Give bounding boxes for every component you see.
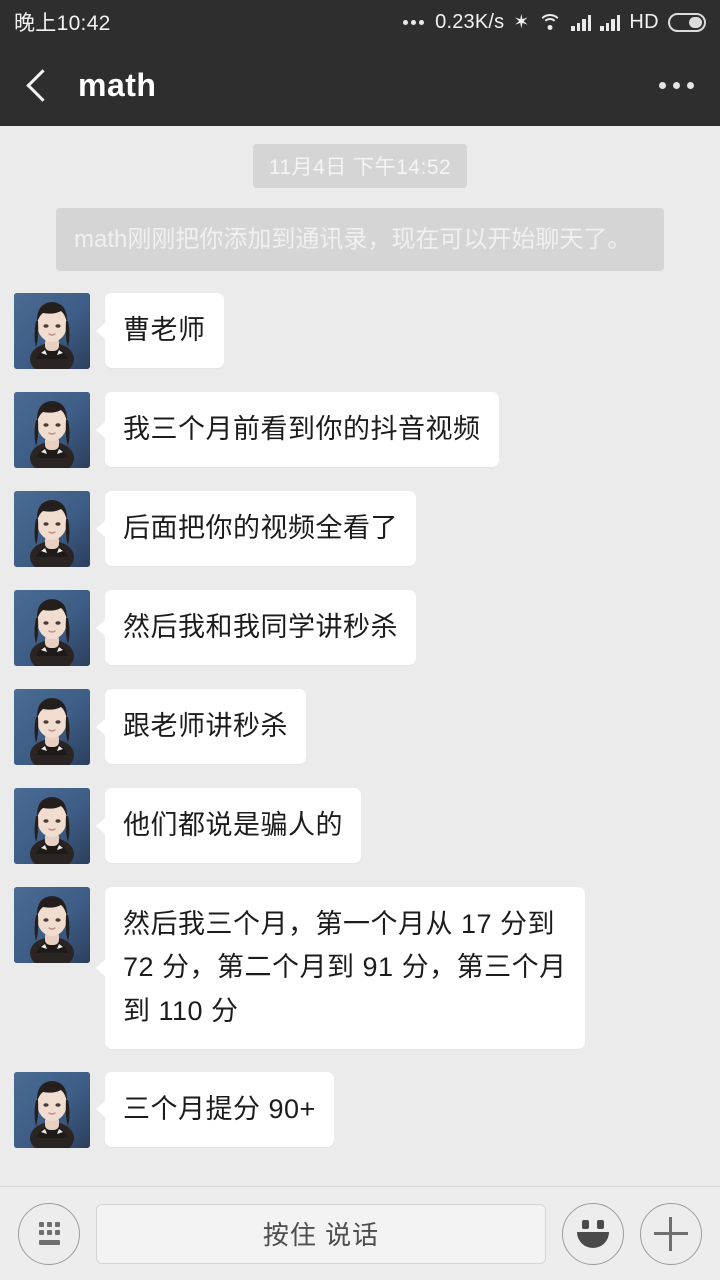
system-notice-row: math刚刚把你添加到通讯录，现在可以开始聊天了。 bbox=[0, 208, 720, 272]
bubble-wrap: 然后我三个月，第一个月从 17 分到 72 分，第二个月到 91 分，第三个月到… bbox=[105, 887, 585, 1049]
message-bubble[interactable]: 然后我三个月，第一个月从 17 分到 72 分，第二个月到 91 分，第三个月到… bbox=[105, 887, 585, 1049]
message-row: 然后我三个月，第一个月从 17 分到 72 分，第二个月到 91 分，第三个月到… bbox=[0, 887, 720, 1049]
signal-bars-icon-1 bbox=[571, 14, 592, 31]
message-row: 我三个月前看到你的抖音视频 bbox=[0, 392, 720, 469]
message-row: 后面把你的视频全看了 bbox=[0, 491, 720, 568]
bubble-wrap: 跟老师讲秒杀 bbox=[105, 689, 306, 765]
message-row: 三个月提分 90+ bbox=[0, 1071, 720, 1148]
wifi-icon bbox=[538, 13, 563, 31]
bubble-wrap: 我三个月前看到你的抖音视频 bbox=[105, 392, 499, 468]
avatar[interactable] bbox=[14, 293, 90, 370]
plus-icon[interactable] bbox=[640, 1202, 702, 1265]
input-bar: 按住 说话 bbox=[0, 1186, 720, 1280]
avatar[interactable] bbox=[14, 887, 90, 964]
message-row: 跟老师讲秒杀 bbox=[0, 689, 720, 766]
message-bubble[interactable]: 三个月提分 90+ bbox=[105, 1071, 334, 1147]
avatar[interactable] bbox=[14, 1071, 90, 1148]
system-notice: math刚刚把你添加到通讯录，现在可以开始聊天了。 bbox=[56, 208, 664, 272]
nav-bar: math bbox=[0, 44, 720, 126]
battery-icon bbox=[668, 12, 706, 32]
status-clock: 晚上10:42 bbox=[14, 12, 111, 35]
wechat-chat-screen: 晚上10:42 0.23K/s ✶ HD math 11月4日 下午14:52 … bbox=[0, 0, 720, 1280]
notification-dots-icon bbox=[403, 19, 425, 25]
bubble-wrap: 后面把你的视频全看了 bbox=[105, 491, 416, 567]
status-bar: 晚上10:42 0.23K/s ✶ HD bbox=[0, 0, 720, 44]
network-speed-label: 0.23K/s bbox=[435, 10, 505, 33]
avatar[interactable] bbox=[14, 392, 90, 469]
smiley-icon[interactable] bbox=[562, 1202, 624, 1265]
hold-to-talk-button[interactable]: 按住 说话 bbox=[96, 1203, 546, 1264]
date-divider-row: 11月4日 下午14:52 bbox=[0, 144, 720, 188]
message-bubble[interactable]: 后面把你的视频全看了 bbox=[105, 491, 416, 567]
message-bubble[interactable]: 然后我和我同学讲秒杀 bbox=[105, 590, 416, 666]
bubble-wrap: 然后我和我同学讲秒杀 bbox=[105, 590, 416, 666]
message-bubble[interactable]: 曹老师 bbox=[105, 293, 224, 369]
keyboard-icon[interactable] bbox=[18, 1202, 80, 1265]
date-divider: 11月4日 下午14:52 bbox=[252, 144, 468, 188]
message-row: 曹老师 bbox=[0, 293, 720, 370]
avatar[interactable] bbox=[14, 590, 90, 667]
message-row: 他们都说是骗人的 bbox=[0, 788, 720, 865]
messages-container: 曹老师我三个月前看到你的抖音视频 后面把你的视频全看了 然后我和我同学讲秒杀 跟老师讲… bbox=[0, 293, 720, 1148]
avatar[interactable] bbox=[14, 491, 90, 568]
message-bubble[interactable]: 跟老师讲秒杀 bbox=[105, 689, 306, 765]
message-bubble[interactable]: 他们都说是骗人的 bbox=[105, 788, 361, 864]
back-chevron-icon[interactable] bbox=[22, 68, 56, 102]
avatar[interactable] bbox=[14, 788, 90, 865]
message-bubble[interactable]: 我三个月前看到你的抖音视频 bbox=[105, 392, 499, 468]
bubble-wrap: 曹老师 bbox=[105, 293, 224, 369]
bubble-wrap: 三个月提分 90+ bbox=[105, 1071, 334, 1147]
bluetooth-icon: ✶ bbox=[513, 11, 530, 33]
page-title: math bbox=[78, 66, 157, 103]
avatar[interactable] bbox=[14, 689, 90, 766]
status-icons: 0.23K/s ✶ HD bbox=[403, 11, 706, 34]
message-list[interactable]: 11月4日 下午14:52 math刚刚把你添加到通讯录，现在可以开始聊天了。 … bbox=[0, 126, 720, 1186]
bubble-wrap: 他们都说是骗人的 bbox=[105, 788, 361, 864]
more-options-icon[interactable] bbox=[659, 81, 694, 89]
message-row: 然后我和我同学讲秒杀 bbox=[0, 590, 720, 667]
hd-label: HD bbox=[629, 10, 659, 33]
signal-bars-icon-2 bbox=[600, 14, 621, 31]
